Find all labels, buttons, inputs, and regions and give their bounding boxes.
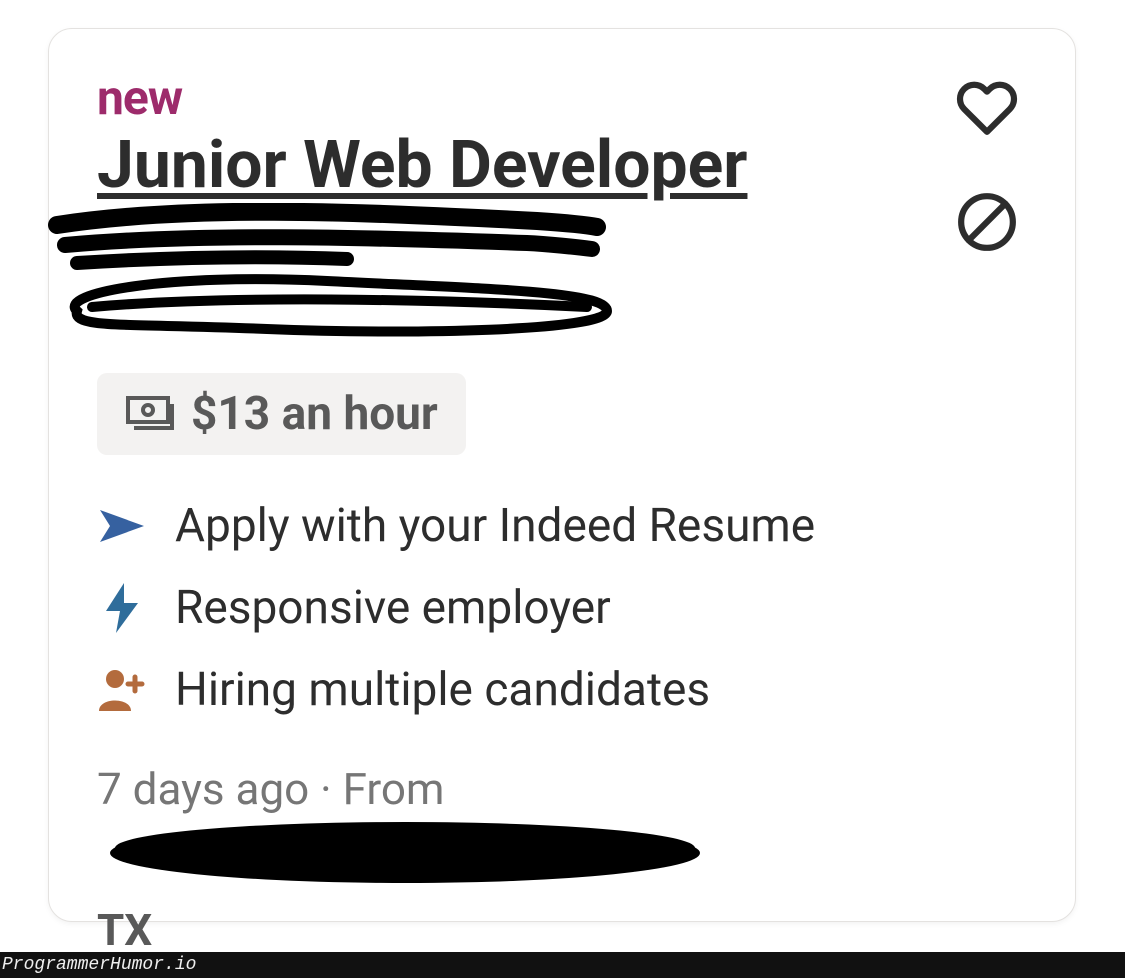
redacted-company-info bbox=[47, 203, 947, 353]
feature-text: Hiring multiple candidates bbox=[175, 663, 710, 717]
bolt-icon bbox=[97, 583, 147, 633]
watermark-text: ProgrammerHumor.io bbox=[2, 955, 196, 975]
feature-responsive: Responsive employer bbox=[97, 581, 1027, 635]
feature-text: Responsive employer bbox=[175, 581, 611, 635]
feature-hiring-multiple: Hiring multiple candidates bbox=[97, 663, 1027, 717]
watermark-bar: ProgrammerHumor.io bbox=[0, 952, 1125, 978]
save-heart-icon[interactable] bbox=[956, 77, 1018, 143]
header-row: new Junior Web Developer bbox=[97, 69, 1027, 373]
header-actions bbox=[947, 69, 1027, 257]
salary-text: $13 an hour bbox=[191, 387, 438, 441]
job-card: new Junior Web Developer bbox=[48, 28, 1076, 922]
salary-chip: $13 an hour bbox=[97, 373, 466, 455]
feature-text: Apply with your Indeed Resume bbox=[175, 499, 815, 553]
footer-meta: 7 days ago · From TX bbox=[97, 761, 1027, 960]
from-label: From bbox=[343, 763, 445, 815]
new-badge: new bbox=[97, 69, 947, 126]
location-suffix: TX bbox=[97, 904, 152, 956]
meta-separator: · bbox=[320, 763, 342, 815]
feature-apply-resume: Apply with your Indeed Resume bbox=[97, 499, 1027, 553]
cash-icon bbox=[125, 389, 175, 439]
block-icon[interactable] bbox=[956, 191, 1018, 257]
send-icon bbox=[97, 501, 147, 551]
person-plus-icon bbox=[97, 665, 147, 715]
redacted-source bbox=[105, 818, 705, 902]
header-left: new Junior Web Developer bbox=[97, 69, 947, 373]
posted-age: 7 days ago bbox=[97, 763, 309, 815]
job-title-link[interactable]: Junior Web Developer bbox=[97, 127, 747, 204]
feature-list: Apply with your Indeed Resume Responsive… bbox=[97, 499, 1027, 717]
